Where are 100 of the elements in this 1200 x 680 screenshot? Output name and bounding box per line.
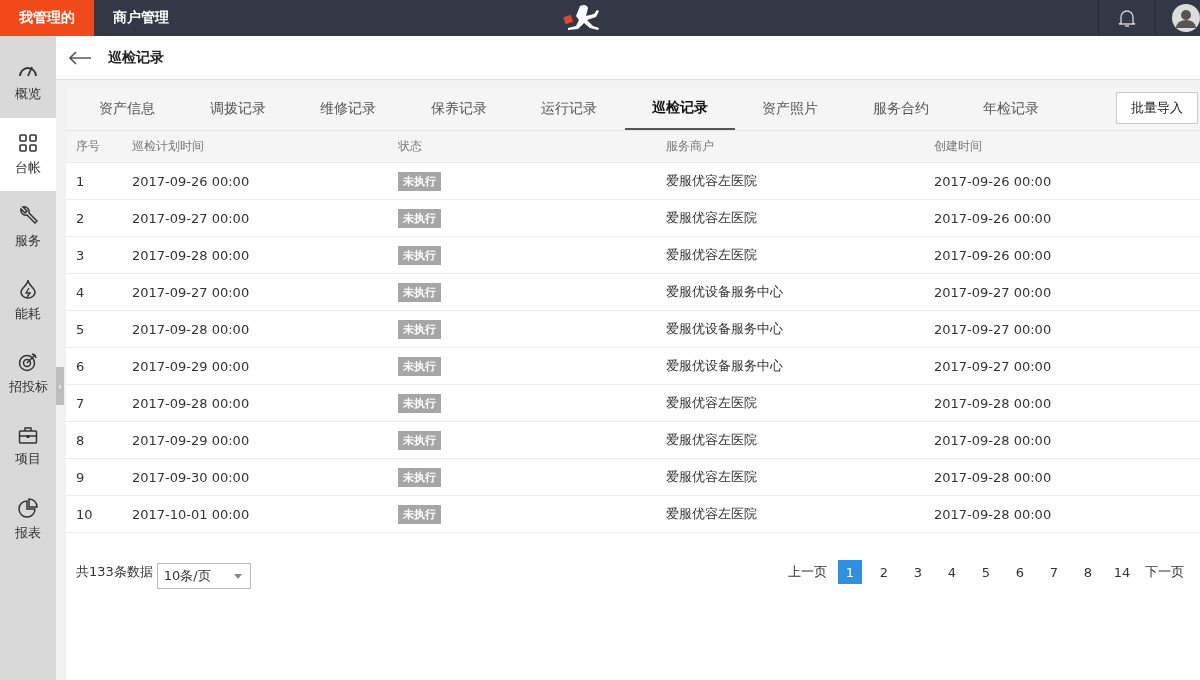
status-badge: 未执行 <box>398 246 441 265</box>
table-cell-text: 2017-09-26 00:00 <box>933 247 1053 263</box>
status-badge: 未执行 <box>398 431 441 450</box>
table-cell-text: 2017-09-30 00:00 <box>131 469 251 485</box>
avatar-icon[interactable] <box>1172 4 1200 32</box>
table-cell-text: 2017-09-26 00:00 <box>933 173 1053 189</box>
table-cell-text: 2017-09-26 00:00 <box>131 173 251 189</box>
tab[interactable]: 年检记录 <box>956 88 1067 130</box>
table-cell-text: 爱服优容左医院 <box>665 246 758 264</box>
table-cell-text: 爱服优容左医院 <box>665 209 758 227</box>
table-cell-text: 2017-09-28 00:00 <box>131 247 251 263</box>
table-cell-text: 2017-09-28 00:00 <box>933 432 1053 448</box>
table-cell-text: 2017-09-28 00:00 <box>933 395 1053 411</box>
column-header: 序号 <box>75 138 101 155</box>
sidebar-label: 概览 <box>15 84 41 103</box>
tab[interactable]: 调拨记录 <box>182 88 293 130</box>
table-cell-text: 10 <box>75 506 94 522</box>
sidebar-label: 项目 <box>15 449 41 468</box>
table-cell-text: 爱服优容左医院 <box>665 394 758 412</box>
target-icon <box>18 351 38 372</box>
prev-page-link[interactable]: 上一页 <box>788 563 827 581</box>
column-header: 创建时间 <box>933 138 983 155</box>
page-number[interactable]: 5 <box>974 560 998 584</box>
bell-icon[interactable] <box>1118 8 1136 28</box>
status-badge: 未执行 <box>398 320 441 339</box>
grid-icon <box>18 132 38 153</box>
table-cell-text: 5 <box>75 321 86 337</box>
tab[interactable]: 维修记录 <box>293 88 404 130</box>
table-cell-text: 6 <box>75 358 86 374</box>
wrench-icon <box>18 205 38 226</box>
sidebar-label: 服务 <box>15 231 41 250</box>
sidebar-item[interactable]: 能耗 <box>0 264 56 337</box>
page-number[interactable]: 3 <box>906 560 930 584</box>
table-cell-text: 爱服优容左医院 <box>665 431 758 449</box>
table-cell-text: 9 <box>75 469 86 485</box>
tab[interactable]: 资产照片 <box>735 88 846 130</box>
table-cell-text: 1 <box>75 173 86 189</box>
table-cell-text: 4 <box>75 284 86 300</box>
sidebar-item[interactable]: 服务 <box>0 191 56 264</box>
table-cell-text: 2017-09-29 00:00 <box>131 358 251 374</box>
column-header: 状态 <box>397 138 423 155</box>
pie-chart-icon <box>18 497 38 518</box>
status-badge: 未执行 <box>398 283 441 302</box>
sidebar-label: 报表 <box>15 523 41 542</box>
table-cell-text: 爱服优容左医院 <box>665 468 758 486</box>
table-cell-text: 2017-09-27 00:00 <box>933 284 1053 300</box>
sidebar-item[interactable]: 台帐 <box>0 118 56 191</box>
table-cell-text: 爱服优容左医院 <box>665 172 758 190</box>
nav-tab[interactable]: 我管理的 <box>0 0 94 36</box>
status-badge: 未执行 <box>398 357 441 376</box>
column-header: 巡检计划时间 <box>131 138 205 155</box>
status-badge: 未执行 <box>398 394 441 413</box>
sidebar-item[interactable]: 项目 <box>0 410 56 483</box>
table-cell-text: 2017-09-28 00:00 <box>131 321 251 337</box>
import-button[interactable]: 批量导入 <box>1116 92 1198 124</box>
table-cell-text: 爱服优设备服务中心 <box>665 357 784 375</box>
page-number[interactable]: 7 <box>1042 560 1066 584</box>
tab[interactable]: 保养记录 <box>403 88 514 130</box>
status-badge: 未执行 <box>398 172 441 191</box>
nav-tab[interactable]: 商户管理 <box>94 0 188 36</box>
table-cell-text: 2017-09-26 00:00 <box>933 210 1053 226</box>
page-number[interactable]: 2 <box>872 560 896 584</box>
table-cell-text: 2017-09-28 00:00 <box>933 506 1053 522</box>
sidebar-label: 台帐 <box>15 158 41 177</box>
page-number[interactable]: 6 <box>1008 560 1032 584</box>
sidebar-item[interactable]: 招投标 <box>0 337 56 410</box>
sidebar-item[interactable]: 概览 <box>0 45 56 118</box>
next-page-link[interactable]: 下一页 <box>1145 563 1184 581</box>
table-cell-text: 爱服优设备服务中心 <box>665 320 784 338</box>
table-cell-text: 2017-09-28 00:00 <box>933 469 1053 485</box>
table-cell-text: 2017-09-27 00:00 <box>933 358 1053 374</box>
tab[interactable]: 资产信息 <box>72 88 183 130</box>
table-cell-text: 爱服优设备服务中心 <box>665 283 784 301</box>
table-cell-text: 2 <box>75 210 86 226</box>
sidebar-label: 能耗 <box>15 304 41 323</box>
page-number[interactable]: 8 <box>1076 560 1100 584</box>
table-cell-text: 2017-09-27 00:00 <box>131 284 251 300</box>
table-cell-text: 3 <box>75 247 86 263</box>
status-badge: 未执行 <box>398 505 441 524</box>
page-title: 巡检记录 <box>108 48 164 67</box>
status-badge: 未执行 <box>398 468 441 487</box>
page-number[interactable]: 4 <box>940 560 964 584</box>
status-badge: 未执行 <box>398 209 441 228</box>
table-cell-text: 2017-10-01 00:00 <box>131 506 251 522</box>
table-cell-text: 8 <box>75 432 86 448</box>
column-header: 服务商户 <box>665 138 715 155</box>
page-size-select[interactable]: 10条/页 <box>156 563 251 589</box>
toolbox-icon <box>18 425 38 444</box>
sidebar-label: 招投标 <box>8 377 48 396</box>
table-cell-text: 2017-09-28 00:00 <box>131 395 251 411</box>
back-arrow-icon[interactable] <box>68 50 92 65</box>
table-cell-text: 爱服优容左医院 <box>665 505 758 523</box>
table-cell-text: 7 <box>75 395 86 411</box>
tab[interactable]: 运行记录 <box>514 88 625 130</box>
tab[interactable]: 服务合约 <box>845 88 956 130</box>
sidebar-item[interactable]: 报表 <box>0 483 56 556</box>
total-count: 共133条数据 <box>76 563 153 581</box>
table-cell-text: 2017-09-27 00:00 <box>131 210 251 226</box>
page-number[interactable]: 14 <box>1110 560 1134 584</box>
table-cell-text: 2017-09-27 00:00 <box>933 321 1053 337</box>
